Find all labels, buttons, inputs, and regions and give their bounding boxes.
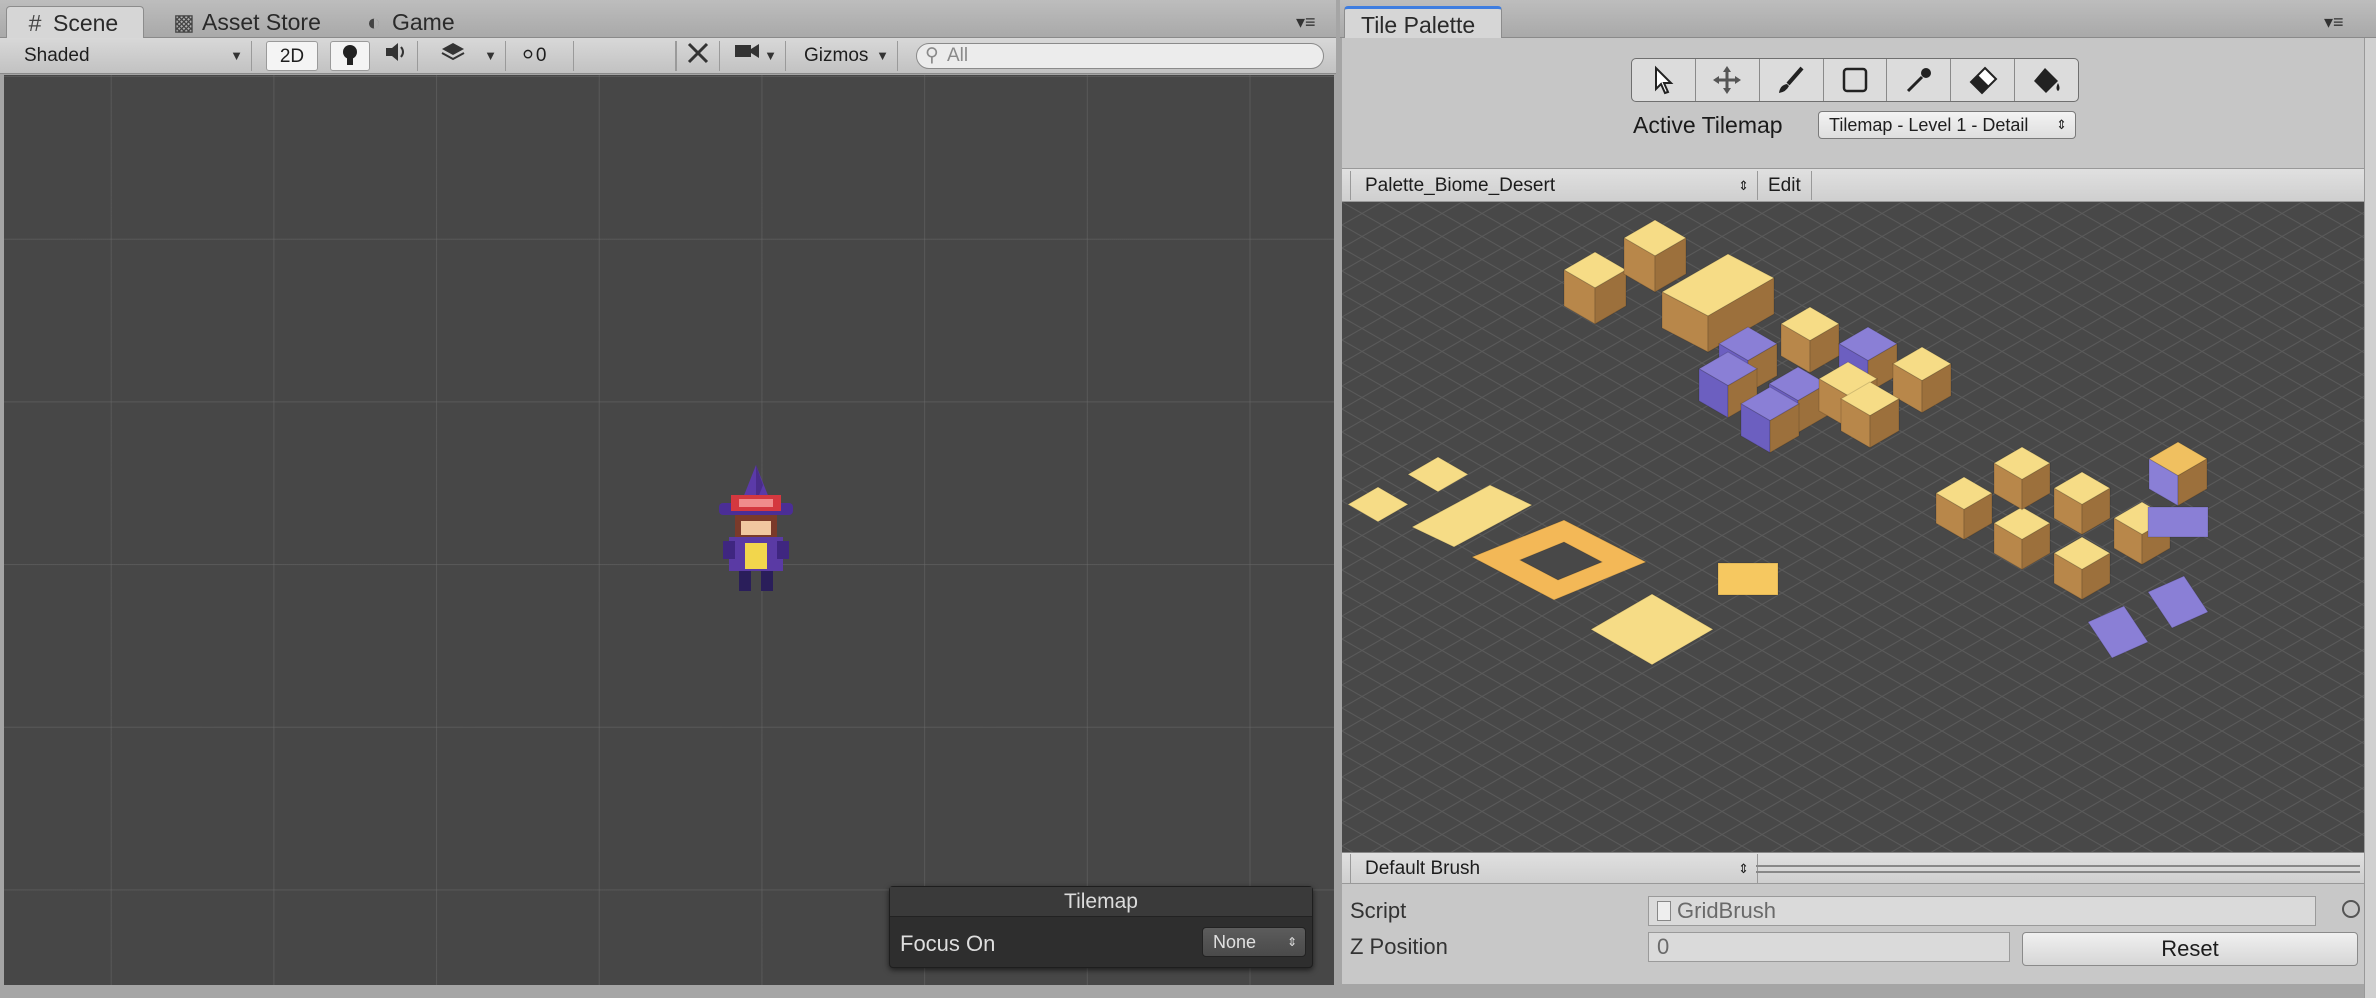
updown-arrow-icon: ⇕ (1286, 935, 1297, 949)
lightbulb-icon (343, 45, 357, 65)
eye-slash-icon: ⚪ (520, 45, 536, 66)
tile-grid-view[interactable] (1342, 202, 2364, 852)
active-tilemap-dropdown[interactable]: Tilemap - Level 1 - Detail ⇕ (1818, 111, 2076, 139)
select-tool-button[interactable] (1632, 59, 1696, 101)
search-icon: ⚲ (925, 45, 939, 66)
eyedropper-icon (1906, 68, 1931, 93)
scene-toolbar: Shaded ▼ 2D ▼ ⚪0 ▼ Gizmos ▼ ⚲ All (0, 38, 1336, 74)
gizmos-dropdown[interactable]: Gizmos ▼ (796, 41, 898, 71)
chevron-down-icon: ▼ (484, 48, 497, 63)
tools-button[interactable] (676, 41, 720, 71)
palette-selector-bar: Palette_Biome_Desert ⇕ Edit (1342, 168, 2364, 202)
move-tool-icon (1713, 66, 1742, 94)
grid-icon: # (28, 10, 42, 36)
palette-dropdown[interactable]: Palette_Biome_Desert ⇕ (1350, 171, 1758, 200)
chevron-down-icon: ▼ (230, 48, 243, 63)
z-position-label: Z Position (1350, 934, 1448, 959)
audio-toggle-button[interactable] (374, 41, 418, 71)
script-field[interactable]: GridBrush (1648, 896, 2316, 926)
scene-viewport[interactable] (4, 75, 1334, 985)
2d-toggle-button[interactable]: 2D (266, 41, 318, 71)
scene-search-input[interactable]: ⚲ All (916, 43, 1324, 69)
chevron-down-icon: ▼ (876, 48, 889, 63)
palette-tool-group (1631, 58, 2079, 102)
scene-panel: # Scene ▩ Asset Store ◐ Game ▾≡ Shaded ▼ 2D… (0, 0, 1336, 998)
focus-on-label: Focus On (900, 931, 996, 956)
effects-dropdown[interactable]: ▼ (432, 41, 506, 71)
picker-tool-button[interactable] (1887, 59, 1952, 101)
eraser-tool-button[interactable] (1951, 59, 2016, 101)
focus-on-dropdown[interactable]: None ⇕ (1202, 927, 1306, 957)
palette-tab-bar: Tile Palette ▾≡ (1340, 0, 2376, 38)
script-file-icon (1657, 901, 1671, 921)
iso-grid-background (1342, 202, 2364, 852)
paintbrush-icon (1779, 66, 1804, 93)
window-edge-strip (2364, 38, 2376, 998)
tab-asset-store[interactable]: ▩ Asset Store (156, 6, 332, 38)
paint-tool-button[interactable] (1760, 59, 1824, 101)
panel-menu-icon[interactable]: ▾≡ (2324, 12, 2344, 33)
box-fill-icon (1842, 67, 1868, 93)
object-picker-icon[interactable] (2342, 900, 2360, 918)
palette-tile-canvas[interactable] (1342, 202, 2364, 852)
tab-game[interactable]: ◐ Game (346, 6, 466, 38)
pacman-icon: ◐ (367, 9, 381, 35)
updown-arrow-icon: ⇕ (1738, 178, 1749, 193)
rock-wall-tile[interactable] (2147, 506, 2209, 538)
updown-arrow-icon: ⇕ (1738, 861, 1749, 876)
tab-tile-palette[interactable]: Tile Palette (1344, 6, 1502, 38)
brush-dropdown[interactable]: Default Brush ⇕ (1350, 854, 1758, 883)
active-tilemap-label: Active Tilemap (1633, 112, 1783, 138)
store-icon: ▩ (173, 9, 195, 35)
wrench-cross-icon (687, 42, 709, 64)
witch-character-sprite[interactable] (711, 465, 801, 615)
eraser-icon (1969, 66, 1998, 95)
layers-icon (441, 43, 465, 61)
fill-tool-button[interactable] (2015, 59, 2078, 101)
palette-edit-button[interactable]: Edit (1758, 171, 1812, 200)
updown-arrow-icon: ⇕ (2056, 117, 2067, 132)
paint-bucket-icon (2033, 68, 2060, 93)
tilemap-overlay-title: Tilemap (890, 887, 1312, 917)
script-label: Script (1350, 898, 1407, 923)
brush-selector-bar: Default Brush ⇕ (1342, 852, 2364, 884)
sand-square-tile[interactable] (1717, 562, 1779, 596)
hidden-objects-toggle[interactable]: ⚪0 (516, 41, 574, 71)
panel-menu-icon[interactable]: ▾≡ (1296, 12, 1316, 33)
toolbar-spacer (576, 41, 676, 71)
reset-button[interactable]: Reset (2022, 932, 2358, 966)
speaker-icon (385, 43, 404, 61)
shading-mode-dropdown[interactable]: Shaded ▼ (12, 41, 252, 71)
scene-tab-bar: # Scene ▩ Asset Store ◐ Game ▾≡ (0, 0, 1336, 38)
tilemap-overlay-window: Tilemap Focus On None ⇕ (889, 886, 1313, 968)
box-fill-tool-button[interactable] (1824, 59, 1888, 101)
move-tool-button[interactable] (1696, 59, 1760, 101)
lighting-toggle-button[interactable] (330, 41, 370, 71)
tab-scene[interactable]: # Scene (6, 6, 144, 38)
brush-inspector: Script GridBrush Z Position 0 Reset (1342, 884, 2364, 984)
camera-icon (735, 44, 759, 58)
z-position-input[interactable]: 0 (1648, 932, 2010, 962)
brush-resize-handle[interactable] (1756, 865, 2360, 873)
select-tool-icon (1655, 65, 1674, 95)
camera-dropdown[interactable]: ▼ (724, 41, 786, 71)
chevron-down-icon: ▼ (764, 48, 777, 63)
